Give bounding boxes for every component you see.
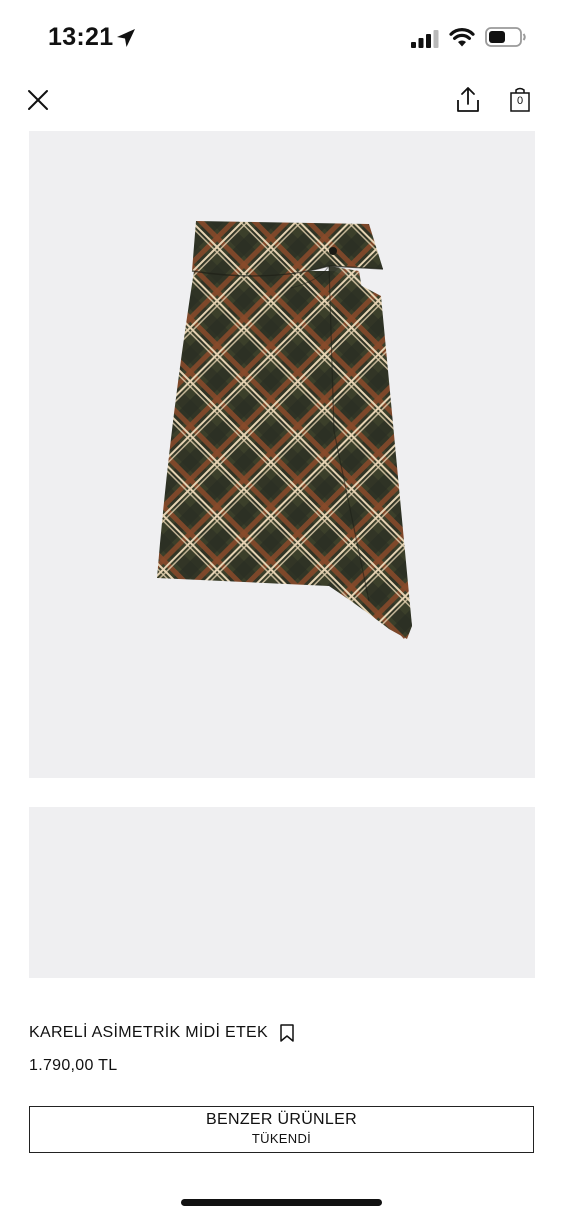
skirt-illustration bbox=[157, 221, 412, 639]
product-image-secondary[interactable] bbox=[29, 807, 535, 978]
close-button[interactable] bbox=[24, 86, 52, 114]
bag-count-badge: 0 bbox=[516, 95, 524, 107]
location-arrow-icon bbox=[117, 29, 135, 47]
bookmark-icon[interactable] bbox=[279, 1023, 295, 1043]
similar-products-button[interactable]: BENZER ÜRÜNLER TÜKENDİ bbox=[29, 1106, 534, 1153]
wifi-icon bbox=[449, 28, 475, 47]
similar-products-label: BENZER ÜRÜNLER bbox=[206, 1111, 357, 1128]
cellular-signal-icon bbox=[411, 30, 439, 48]
product-price: 1.790,00 TL bbox=[29, 1057, 118, 1074]
product-title: KARELİ ASİMETRİK MİDİ ETEK bbox=[29, 1024, 268, 1041]
home-indicator[interactable] bbox=[181, 1199, 382, 1206]
battery-icon bbox=[485, 27, 526, 47]
product-image-main[interactable] bbox=[29, 131, 535, 778]
status-time: 13:21 bbox=[48, 23, 114, 51]
share-button[interactable] bbox=[454, 85, 482, 115]
sold-out-label: TÜKENDİ bbox=[251, 1131, 312, 1146]
